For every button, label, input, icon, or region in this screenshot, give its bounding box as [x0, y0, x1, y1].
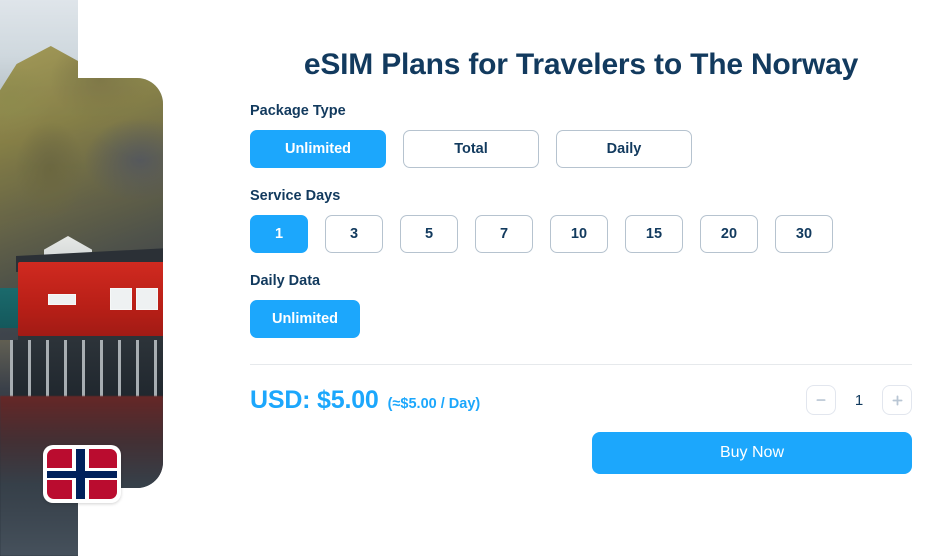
price-row: USD: $5.00 (≈$5.00 / Day) 1 — [250, 385, 912, 415]
daily-data-section: Daily Data Unlimited — [250, 273, 912, 338]
service-days-option-3[interactable]: 3 — [325, 215, 383, 253]
daily-data-options: Unlimited — [250, 300, 912, 338]
package-type-option-total[interactable]: Total — [403, 130, 539, 168]
price-per-day: (≈$5.00 / Day) — [387, 395, 481, 412]
hero-segment-middle — [0, 78, 163, 488]
package-type-option-unlimited[interactable]: Unlimited — [250, 130, 386, 168]
hero-window — [48, 294, 76, 305]
service-days-option-20[interactable]: 20 — [700, 215, 758, 253]
hero-stilts — [10, 340, 163, 398]
quantity-stepper: 1 — [806, 385, 912, 415]
buy-row: Buy Now — [250, 432, 912, 474]
page-title: eSIM Plans for Travelers to The Norway — [303, 48, 859, 81]
service-days-option-7[interactable]: 7 — [475, 215, 533, 253]
package-type-options: Unlimited Total Daily — [250, 130, 912, 168]
quantity-increment-button[interactable] — [882, 385, 912, 415]
service-days-option-5[interactable]: 5 — [400, 215, 458, 253]
quantity-decrement-button[interactable] — [806, 385, 836, 415]
hero-photo-middle — [0, 78, 163, 488]
package-type-label: Package Type — [250, 103, 346, 119]
buy-now-button[interactable]: Buy Now — [592, 432, 912, 474]
flag-blue-horizontal — [47, 470, 117, 478]
service-days-option-1[interactable]: 1 — [250, 215, 308, 253]
norway-flag-badge — [43, 445, 121, 503]
hero-window — [136, 288, 158, 310]
quantity-value: 1 — [854, 391, 864, 409]
norway-flag-icon — [47, 449, 117, 499]
package-type-option-daily[interactable]: Daily — [556, 130, 692, 168]
service-days-option-10[interactable]: 10 — [550, 215, 608, 253]
package-type-section: Package Type Unlimited Total Daily — [250, 103, 912, 168]
hero-red-cabin — [18, 262, 163, 344]
service-days-section: Service Days 1 3 5 7 10 15 20 30 — [250, 188, 912, 253]
service-days-options: 1 3 5 7 10 15 20 30 — [250, 215, 912, 253]
service-days-option-30[interactable]: 30 — [775, 215, 833, 253]
service-days-option-15[interactable]: 15 — [625, 215, 683, 253]
service-days-label: Service Days — [250, 188, 341, 204]
plus-icon — [892, 395, 902, 405]
price-block: USD: $5.00 (≈$5.00 / Day) — [250, 386, 480, 415]
price-total: USD: $5.00 — [250, 385, 379, 414]
daily-data-label: Daily Data — [250, 273, 321, 289]
daily-data-option-unlimited[interactable]: Unlimited — [250, 300, 360, 338]
section-divider — [250, 364, 912, 365]
minus-icon — [816, 399, 826, 401]
hero-window — [110, 288, 132, 310]
plan-configurator: eSIM Plans for Travelers to The Norway P… — [250, 0, 912, 556]
